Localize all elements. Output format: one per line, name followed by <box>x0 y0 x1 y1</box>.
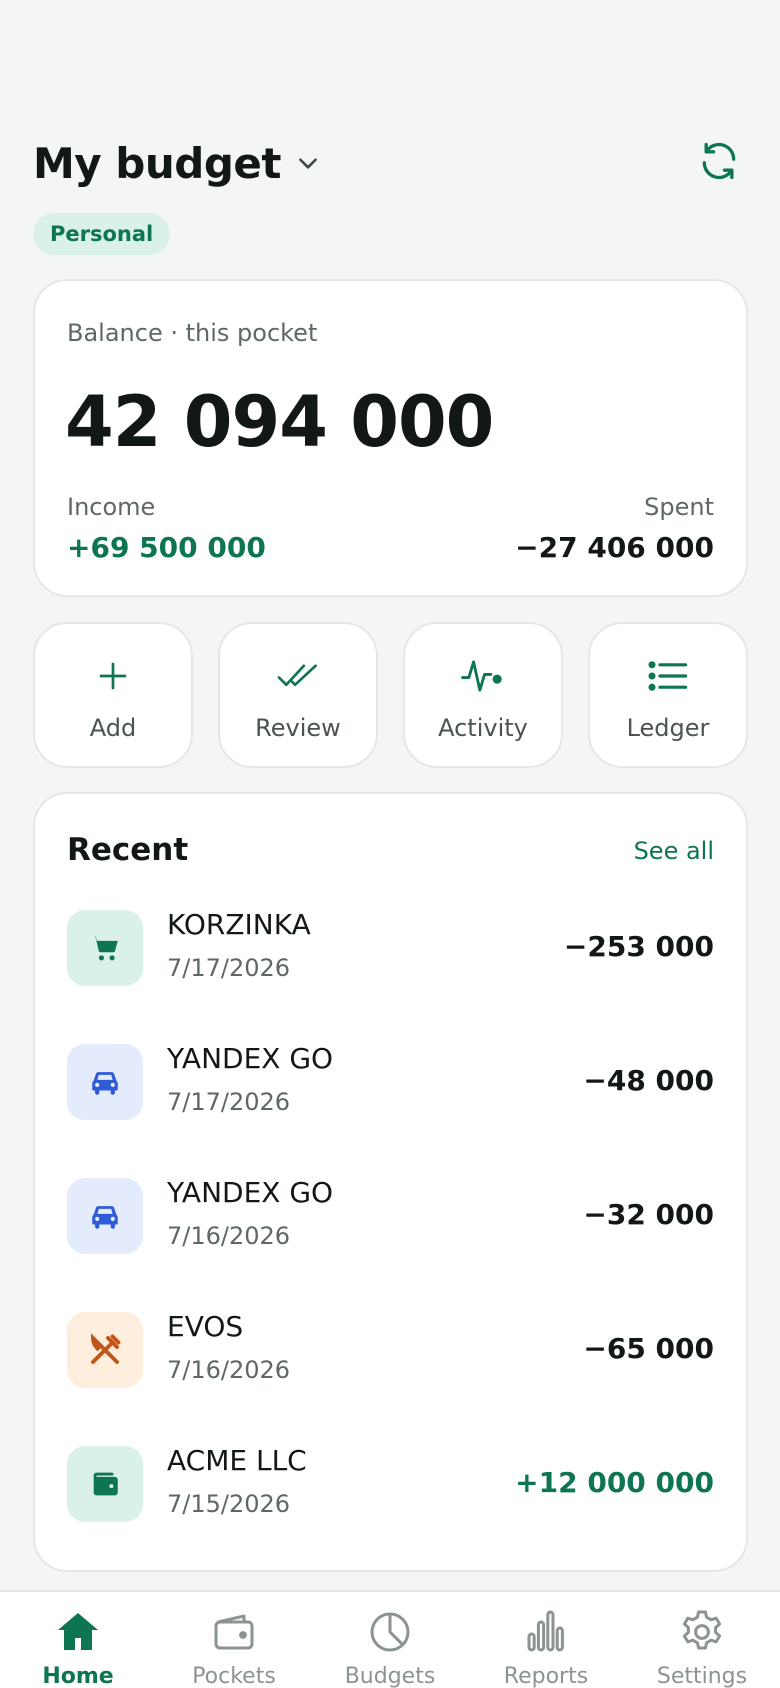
transaction-date: 7/17/2026 <box>167 1088 291 1116</box>
car-icon <box>67 1044 143 1120</box>
nav-home[interactable]: Home <box>0 1592 156 1688</box>
transaction-row[interactable]: KORZINKA 7/17/2026 −253 000 <box>67 908 714 988</box>
transaction-date: 7/15/2026 <box>167 1490 291 1518</box>
transaction-amount: −253 000 <box>563 930 714 963</box>
activity-button[interactable]: Activity <box>403 622 563 768</box>
transaction-name: EVOS <box>167 1310 244 1343</box>
transaction-row[interactable]: YANDEX GO 7/17/2026 −48 000 <box>67 1042 714 1122</box>
transaction-name: KORZINKA <box>167 908 311 941</box>
nav-home-label: Home <box>42 1664 114 1688</box>
wallet-icon <box>67 1446 143 1522</box>
review-button-label: Review <box>255 714 341 742</box>
list-icon <box>590 656 746 696</box>
ledger-button-label: Ledger <box>626 714 710 742</box>
plus-icon <box>35 656 191 696</box>
nav-budgets[interactable]: Budgets <box>312 1592 468 1688</box>
balance-label: Balance · this pocket <box>67 319 318 347</box>
nav-reports-label: Reports <box>503 1664 589 1688</box>
header: My budget <box>33 128 747 198</box>
app-screen: My budget Personal Balance · this pocket… <box>0 0 780 1688</box>
chevron-down-icon <box>295 150 321 176</box>
transaction-name: ACME LLC <box>167 1444 307 1477</box>
add-button[interactable]: Add <box>33 622 193 768</box>
transaction-amount: +12 000 000 <box>515 1466 714 1499</box>
pie-icon <box>312 1608 468 1658</box>
transaction-amount: −48 000 <box>583 1064 714 1097</box>
spent-value: −27 406 000 <box>515 531 714 564</box>
account-type-badge[interactable]: Personal <box>33 213 171 255</box>
see-all-link[interactable]: See all <box>634 837 714 865</box>
transaction-row[interactable]: EVOS 7/16/2026 −65 000 <box>67 1310 714 1390</box>
review-button[interactable]: Review <box>218 622 378 768</box>
bar-chart-icon <box>468 1608 624 1658</box>
pulse-icon <box>405 656 561 696</box>
cart-icon <box>67 910 143 986</box>
transaction-date: 7/16/2026 <box>167 1222 291 1250</box>
recent-card: Recent See all KORZINKA 7/17/2026 −253 0… <box>33 792 748 1572</box>
income-value: +69 500 000 <box>67 531 266 564</box>
car-icon <box>67 1178 143 1254</box>
transaction-date: 7/16/2026 <box>167 1356 291 1384</box>
transaction-row[interactable]: YANDEX GO 7/16/2026 −32 000 <box>67 1176 714 1256</box>
nav-pockets[interactable]: Pockets <box>156 1592 312 1688</box>
double-check-icon <box>220 656 376 696</box>
nav-pockets-label: Pockets <box>192 1664 276 1688</box>
balance-card: Balance · this pocket 42 094 000 Income … <box>33 279 748 597</box>
nav-settings[interactable]: Settings <box>624 1592 780 1688</box>
activity-button-label: Activity <box>438 714 528 742</box>
income-label: Income <box>67 493 156 521</box>
nav-budgets-label: Budgets <box>344 1664 436 1688</box>
bottom-nav: Home Pockets Budgets Reports Settings <box>0 1590 780 1688</box>
spent-label: Spent <box>644 493 714 521</box>
transaction-amount: −32 000 <box>583 1198 714 1231</box>
balance-amount: 42 094 000 <box>65 381 494 463</box>
page-title: My budget <box>33 138 281 188</box>
transaction-name: YANDEX GO <box>167 1176 334 1209</box>
utensils-icon <box>67 1312 143 1388</box>
gear-icon <box>624 1608 780 1658</box>
wallet-icon <box>156 1608 312 1658</box>
add-button-label: Add <box>89 714 137 742</box>
nav-settings-label: Settings <box>656 1664 748 1688</box>
home-icon <box>0 1608 156 1658</box>
transaction-name: YANDEX GO <box>167 1042 334 1075</box>
transaction-amount: −65 000 <box>583 1332 714 1365</box>
transaction-row[interactable]: ACME LLC 7/15/2026 +12 000 000 <box>67 1444 714 1524</box>
quick-actions: Add Review Activity Ledger <box>33 622 748 768</box>
refresh-icon <box>697 139 741 187</box>
nav-reports[interactable]: Reports <box>468 1592 624 1688</box>
ledger-button[interactable]: Ledger <box>588 622 748 768</box>
sync-button[interactable] <box>691 135 747 191</box>
recent-title: Recent <box>67 832 189 868</box>
transaction-date: 7/17/2026 <box>167 954 291 982</box>
budget-selector[interactable]: My budget <box>33 139 321 188</box>
